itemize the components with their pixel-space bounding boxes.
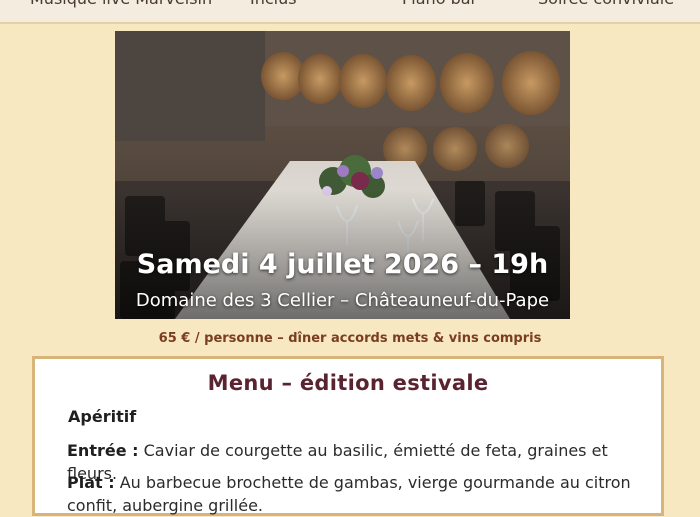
- menu-card: Menu – édition estivale Apéritif Entrée …: [32, 356, 664, 516]
- entree-label: Entrée :: [67, 441, 139, 460]
- aperitif-label: Apéritif: [68, 407, 137, 426]
- feature-included: Inclus: [250, 0, 297, 8]
- feature-soiree: Soirée conviviale: [538, 0, 674, 8]
- price-line: 65 € / personne – dîner accords mets & v…: [158, 331, 542, 346]
- menu-title: Menu – édition estivale: [207, 371, 489, 395]
- menu-plat: Plat : Au barbecue brochette de gambas, …: [67, 471, 641, 517]
- plat-label: Plat :: [67, 473, 115, 492]
- plat-text: Au barbecue brochette de gambas, vierge …: [67, 473, 631, 515]
- event-photo: Samedi 4 juillet 2026 – 19h Domaine des …: [115, 31, 570, 319]
- event-date-time: Samedi 4 juillet 2026 – 19h: [136, 249, 549, 280]
- menu-aperitif: Apéritif: [68, 405, 641, 428]
- feature-music: Musique live Marvelsin: [30, 0, 212, 8]
- top-feature-bar: Musique live Marvelsin Inclus Piano bar …: [0, 0, 700, 24]
- feature-piano-bar: Piano bar: [402, 0, 477, 8]
- event-venue: Domaine des 3 Cellier – Châteauneuf-du-P…: [135, 290, 550, 311]
